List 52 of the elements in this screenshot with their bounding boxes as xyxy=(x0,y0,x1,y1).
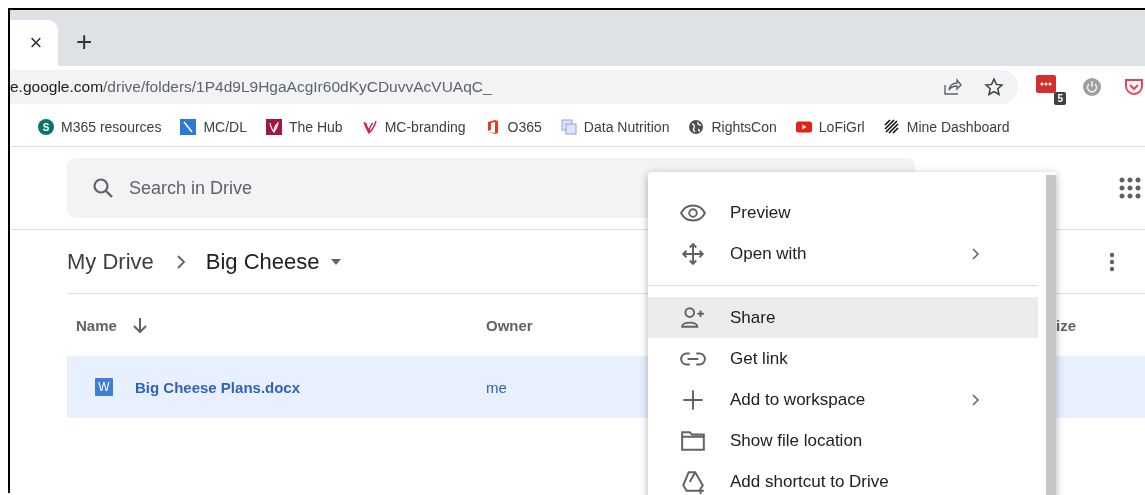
share-icon[interactable] xyxy=(942,77,962,97)
new-tab-button[interactable]: + xyxy=(72,24,97,60)
bookmark-link[interactable]: MC/DL xyxy=(203,119,247,135)
address-bar[interactable]: e.google.com/drive/folders/1P4d9L9HgaAcgIr60dKyCDuvvAcVUAqC_ xyxy=(10,70,1018,104)
menu-item[interactable]: Open with xyxy=(648,233,1038,274)
bookmark-link[interactable]: Data Nutrition xyxy=(583,119,670,135)
pocket-icon[interactable] xyxy=(1124,77,1144,97)
layers-icon xyxy=(560,119,577,135)
bookmark-link[interactable]: O365 xyxy=(507,119,542,135)
dropdown-caret-icon[interactable] xyxy=(329,257,342,266)
scrollbar[interactable] xyxy=(1046,175,1056,495)
bookmark-link[interactable]: M365 resources xyxy=(61,119,162,135)
slash-square-icon xyxy=(180,119,197,135)
more-options-icon[interactable] xyxy=(1109,251,1115,272)
menu-item[interactable]: Share xyxy=(648,297,1038,338)
menu-item[interactable]: Add shortcut to Drive xyxy=(648,461,1038,495)
globe-icon xyxy=(688,119,705,135)
power-icon[interactable] xyxy=(1082,77,1102,97)
close-tab-button[interactable]: × xyxy=(25,30,43,56)
sort-arrow-icon[interactable] xyxy=(130,316,149,334)
menu-item[interactable]: Add to workspace xyxy=(648,379,1038,420)
person-add-icon xyxy=(680,304,706,331)
site-logo: S xyxy=(38,119,54,135)
url-text: e.google.com/drive/folders/1P4d9L9HgaAcgIr60dKyCDuvvAcVUAqC_ xyxy=(10,78,493,96)
word-file-icon: W xyxy=(95,378,113,396)
bookmark-link[interactable]: The Hub xyxy=(288,119,343,135)
count-badge: 5 xyxy=(1054,92,1066,105)
menu-item[interactable]: Get link xyxy=(648,338,1038,379)
bookmark-link[interactable]: RightsCon xyxy=(711,119,777,135)
extension-icon[interactable] xyxy=(1036,75,1056,93)
column-header[interactable]: ize xyxy=(1056,316,1076,334)
move-arrows-icon xyxy=(680,240,706,267)
stripes-icon xyxy=(883,119,900,135)
column-header[interactable]: Owner xyxy=(486,316,533,334)
bookmark-link[interactable]: MC-branding xyxy=(384,119,466,135)
apps-grid-icon[interactable] xyxy=(1119,177,1141,199)
leaf-square-icon xyxy=(265,119,282,135)
bookmark-link[interactable]: LoFiGrl xyxy=(818,119,865,135)
bookmark-link[interactable]: Mine Dashboard xyxy=(906,119,1010,135)
star-icon[interactable] xyxy=(984,77,1004,97)
owner-text: me xyxy=(486,378,507,396)
breadcrumb-item[interactable]: Big Cheese xyxy=(205,248,320,275)
search-icon[interactable] xyxy=(91,176,115,200)
play-icon xyxy=(795,119,812,135)
column-header[interactable]: Name xyxy=(76,316,117,334)
browser-tab[interactable]: × xyxy=(10,20,58,66)
menu-item[interactable]: Show file location xyxy=(648,420,1038,461)
leaf-icon xyxy=(361,119,378,135)
file-row[interactable]: W Big Cheese Plans.docx xyxy=(67,356,477,418)
drive-shortcut-icon xyxy=(680,468,706,495)
file-name: Big Cheese Plans.docx xyxy=(135,378,301,396)
breadcrumb-item[interactable]: My Drive xyxy=(67,248,154,275)
